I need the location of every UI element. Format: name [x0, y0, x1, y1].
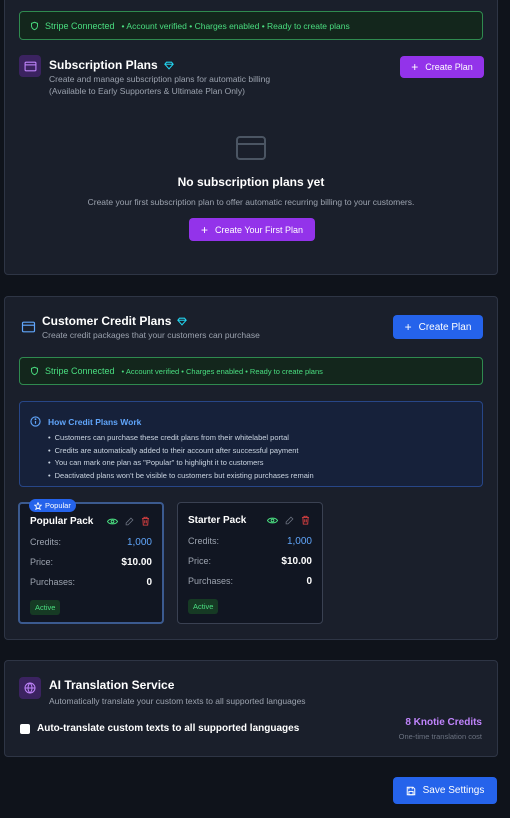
subscription-desc: Create and manage subscription plans for…: [49, 73, 270, 97]
auto-translate-label[interactable]: Auto-translate custom texts to all suppo…: [37, 723, 299, 734]
credit-card-icon: [21, 321, 35, 333]
plus-icon: +: [200, 222, 208, 237]
create-credit-plan-label: Create Plan: [418, 321, 472, 333]
subscription-desc-line2: (Available to Early Supporters & Ultimat…: [49, 86, 245, 96]
shield-icon: [30, 366, 39, 376]
translation-credits-sub: One-time translation cost: [398, 732, 482, 741]
create-plan-label: Create Plan: [425, 62, 473, 72]
eye-icon[interactable]: [267, 516, 278, 525]
translation-credits-value: 8 Knotie Credits: [405, 717, 482, 728]
subscription-plans-card: Stripe Connected • Account verified • Ch…: [4, 0, 498, 275]
ai-icon-box: [19, 677, 41, 699]
trash-icon[interactable]: [301, 515, 310, 525]
stripe-status-title: Stripe Connected: [45, 366, 115, 376]
plan-card-starter-pack[interactable]: Starter Pack Credits: 1,000 Price: $10.0…: [177, 502, 323, 624]
create-first-plan-button[interactable]: + Create Your First Plan: [189, 218, 315, 241]
save-icon: [406, 786, 415, 795]
stripe-status-details: • Account verified • Charges enabled • R…: [121, 20, 350, 31]
create-credit-plan-button[interactable]: + Create Plan: [393, 315, 483, 339]
credits-value: 1,000: [126, 537, 152, 548]
credits-label: Credits:: [188, 536, 220, 546]
price-value: $10.00: [121, 557, 152, 568]
plan-credits-row: Credits: 1,000: [30, 537, 152, 548]
plus-icon: +: [404, 320, 412, 334]
save-settings-label: Save Settings: [422, 785, 485, 796]
customer-credit-plans-card: Customer Credit Plans Create credit pack…: [4, 296, 498, 640]
plan-actions: [267, 515, 310, 525]
credit-info-box: How Credit Plans Work Customers can purc…: [19, 401, 483, 487]
edit-icon[interactable]: [125, 517, 134, 526]
info-item: Deactivated plans won't be visible to cu…: [48, 470, 314, 483]
plan-price-row: Price: $10.00: [188, 556, 312, 567]
stripe-status-title: Stripe Connected: [45, 20, 115, 31]
trash-icon[interactable]: [141, 516, 150, 526]
credits-label: Credits:: [30, 537, 62, 547]
credit-desc: Create credit packages that your custome…: [42, 330, 260, 340]
popular-badge-label: Popular: [45, 501, 71, 510]
plan-actions: [107, 516, 150, 526]
credit-icon-box: [17, 316, 39, 338]
star-icon: [34, 501, 42, 510]
edit-icon[interactable]: [285, 516, 294, 525]
credit-card-icon: [24, 61, 36, 71]
purchases-value: 0: [306, 576, 312, 587]
save-settings-button[interactable]: Save Settings: [393, 777, 497, 804]
price-value: $10.00: [281, 556, 312, 567]
diamond-icon: [177, 317, 188, 326]
create-first-plan-label: Create Your First Plan: [214, 224, 304, 235]
credit-section-title: Customer Credit Plans: [42, 314, 188, 328]
plan-purchases-row: Purchases: 0: [30, 577, 152, 588]
info-item: Credits are automatically added to their…: [48, 445, 314, 458]
plan-name: Popular Pack: [30, 516, 94, 527]
credits-value: 1,000: [286, 536, 312, 547]
status-badge: Active: [188, 599, 219, 614]
subscription-desc-line1: Create and manage subscription plans for…: [49, 74, 271, 84]
ai-translation-card: AI Translation Service Automatically tra…: [4, 660, 498, 757]
credit-title-text: Customer Credit Plans: [42, 314, 172, 328]
ai-section-title: AI Translation Service: [49, 678, 175, 692]
purchases-label: Purchases:: [188, 576, 234, 586]
shield-icon: [30, 21, 39, 31]
plan-name: Starter Pack: [188, 515, 247, 526]
empty-state-title: No subscription plans yet: [177, 175, 325, 189]
ai-desc: Automatically translate your custom text…: [49, 696, 306, 706]
plus-icon: +: [411, 60, 419, 74]
stripe-status-details: • Account verified • Charges enabled • R…: [121, 366, 323, 376]
plan-card-popular-pack[interactable]: Popular Popular Pack Credits: 1,000 Pric…: [18, 499, 164, 624]
globe-icon: [24, 682, 36, 694]
auto-translate-checkbox[interactable]: [20, 724, 30, 734]
create-subscription-plan-button[interactable]: + Create Plan: [400, 56, 484, 78]
empty-state-desc: Create your first subscription plan to o…: [87, 197, 415, 207]
info-title: How Credit Plans Work: [48, 417, 142, 427]
info-item: You can mark one plan as "Popular" to hi…: [48, 457, 314, 470]
empty-state-card-icon: [236, 136, 266, 165]
purchases-label: Purchases:: [30, 577, 76, 587]
price-label: Price:: [188, 556, 212, 566]
plan-price-row: Price: $10.00: [30, 557, 152, 568]
status-badge: Active: [30, 600, 61, 615]
subscription-icon-box: [19, 55, 41, 77]
info-item: Customers can purchase these credit plan…: [48, 432, 314, 445]
stripe-status-banner: Stripe Connected • Account verified • Ch…: [19, 357, 483, 385]
stripe-status-banner: Stripe Connected • Account verified • Ch…: [19, 11, 483, 40]
info-list: Customers can purchase these credit plan…: [48, 432, 314, 482]
subscription-section-title: Subscription Plans: [49, 58, 174, 72]
diamond-icon: [163, 61, 174, 70]
popular-badge: Popular: [29, 499, 76, 512]
plan-credits-row: Credits: 1,000: [188, 536, 312, 547]
purchases-value: 0: [146, 577, 152, 588]
subscription-title-text: Subscription Plans: [49, 58, 158, 72]
eye-icon[interactable]: [107, 517, 118, 526]
plan-purchases-row: Purchases: 0: [188, 576, 312, 587]
info-icon: [30, 416, 41, 427]
price-label: Price:: [30, 557, 54, 567]
